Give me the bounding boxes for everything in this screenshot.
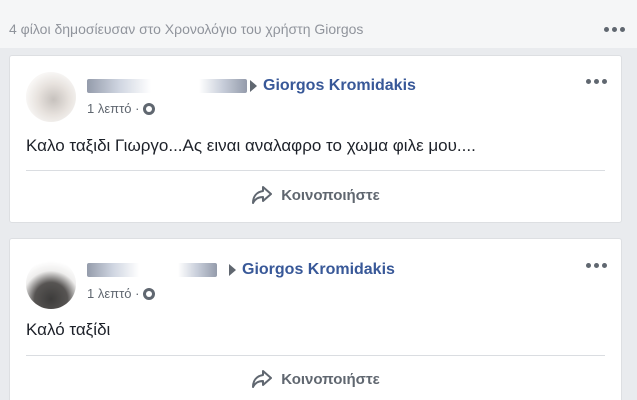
target-profile-link[interactable]: Giorgos Kromidakis [263, 77, 416, 95]
triangle-right-icon [229, 264, 236, 276]
more-options-icon[interactable] [586, 263, 607, 268]
more-options-icon[interactable] [604, 27, 625, 32]
post-timestamp[interactable]: 1 λεπτό · [87, 101, 139, 116]
more-options-icon[interactable] [586, 79, 607, 84]
post-meta: 1 λεπτό · [87, 286, 156, 301]
divider [26, 170, 605, 171]
post-card: Giorgos Kromidakis 1 λεπτό · Καλό ταξίδι… [9, 238, 622, 400]
share-button[interactable]: Κοινοποιήστε [10, 369, 621, 389]
share-button[interactable]: Κοινοποιήστε [10, 185, 621, 205]
redacted-author-name [87, 79, 247, 93]
post-text: Καλο ταξιδι Γιωργο...Ας ειναι αναλαφρο τ… [26, 136, 476, 155]
post-timestamp[interactable]: 1 λεπτό · [87, 286, 139, 301]
share-arrow-icon [251, 185, 273, 205]
globe-icon[interactable] [143, 287, 156, 300]
divider [26, 355, 605, 356]
share-arrow-icon [251, 369, 273, 389]
share-label: Κοινοποιήστε [281, 186, 380, 204]
friends-posted-label: 4 φίλοι δημοσίευσαν στο Χρονολόγιο του χ… [9, 21, 364, 37]
share-label: Κοινοποιήστε [281, 370, 380, 388]
triangle-right-icon [250, 80, 257, 92]
globe-icon[interactable] [143, 102, 156, 115]
post-text: Καλό ταξίδι [26, 320, 111, 339]
redacted-author-name [87, 263, 217, 277]
post-card: Giorgos Kromidakis 1 λεπτό · Καλο ταξιδι… [9, 55, 622, 223]
post-meta: 1 λεπτό · [87, 101, 156, 116]
avatar[interactable] [26, 259, 76, 309]
timeline-header: 4 φίλοι δημοσίευσαν στο Χρονολόγιο του χ… [0, 0, 637, 48]
target-profile-link[interactable]: Giorgos Kromidakis [242, 261, 395, 279]
avatar[interactable] [26, 72, 76, 122]
